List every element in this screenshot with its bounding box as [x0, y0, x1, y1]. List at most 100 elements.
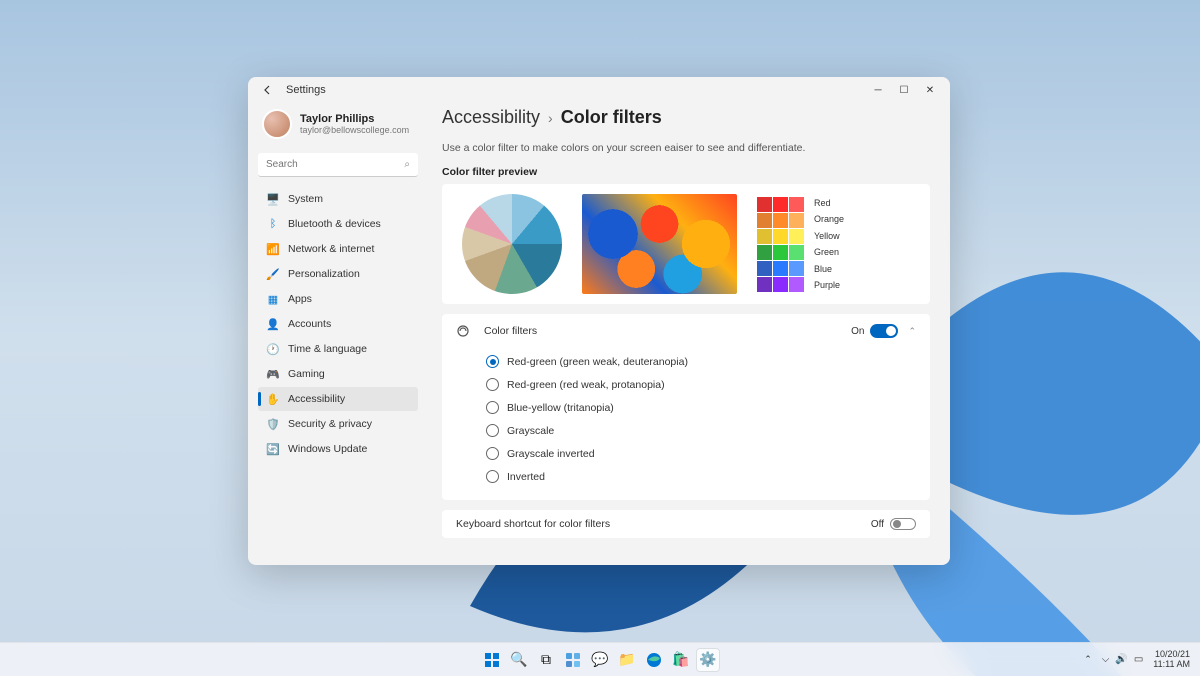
maximize-button[interactable]: ☐	[898, 84, 910, 96]
swatch-cell	[789, 245, 804, 260]
swatch-cell	[789, 213, 804, 228]
sidebar-item-time-language[interactable]: 🕐Time & language	[258, 337, 418, 361]
nav-list: 🖥️System ᛒ Bluetooth & devices 📶 Network & i…	[258, 187, 418, 461]
settings-window: Settings ─ ☐ ✕ Taylor Phillips taylor@be…	[248, 77, 950, 565]
nav-label: Time & language	[288, 343, 367, 355]
nav-icon: 🖥️	[266, 192, 280, 206]
shortcut-label: Keyboard shortcut for color filters	[456, 518, 610, 530]
breadcrumb: Accessibility › Color filters	[442, 107, 930, 128]
swatch-cell	[789, 277, 804, 292]
nav-icon: 🖌️	[266, 267, 280, 281]
search-box[interactable]: ⌕	[258, 153, 418, 177]
nav-icon: ✋	[266, 392, 280, 406]
filter-option[interactable]: Inverted	[486, 465, 916, 488]
filter-header[interactable]: Color filters On ⌃	[442, 314, 930, 348]
sidebar-item-system[interactable]: 🖥️System	[258, 187, 418, 211]
nav-icon: ᛒ	[266, 217, 280, 231]
filter-option[interactable]: Grayscale inverted	[486, 442, 916, 465]
swatch-label: Yellow	[814, 231, 844, 241]
store-icon[interactable]: 🛍️	[670, 649, 692, 671]
sidebar-item-windows-update[interactable]: 🔄 Windows Update	[258, 437, 418, 461]
settings-taskbar-icon[interactable]: ⚙️	[697, 649, 719, 671]
nav-icon: 📶	[266, 242, 280, 256]
nav-label: Gaming	[288, 368, 325, 380]
radio-button[interactable]	[486, 424, 499, 437]
nav-label: Accessibility	[288, 393, 345, 405]
task-view-icon[interactable]: ⧉	[535, 649, 557, 671]
sidebar-item-network-internet[interactable]: 📶 Network & internet	[258, 237, 418, 261]
search-taskbar-icon[interactable]: 🔍	[508, 649, 530, 671]
volume-icon[interactable]: 🔊	[1115, 654, 1127, 665]
swatch-cell	[773, 213, 788, 228]
system-tray: ⌃ ⌵ 🔊 ▭ 10/20/21 11:11 AM	[1084, 650, 1200, 670]
chat-icon[interactable]: 💬	[589, 649, 611, 671]
taskbar-center: 🔍 ⧉ 💬 📁 🛍️ ⚙️	[481, 649, 719, 671]
swatch-cell	[757, 277, 772, 292]
preview-title: Color filter preview	[442, 166, 930, 178]
nav-label: Personalization	[288, 268, 360, 280]
breadcrumb-current: Color filters	[561, 107, 662, 128]
radio-button[interactable]	[486, 401, 499, 414]
swatch-cell	[757, 261, 772, 276]
nav-icon: 👤	[266, 317, 280, 331]
sidebar-item-gaming[interactable]: 🎮Gaming	[258, 362, 418, 386]
nav-label: Accounts	[288, 318, 331, 330]
swatch-cell	[773, 229, 788, 244]
chevron-up-icon[interactable]: ⌃	[908, 326, 916, 337]
sidebar-item-accounts[interactable]: 👤 Accounts	[258, 312, 418, 336]
radio-label: Red-green (green weak, deuteranopia)	[507, 356, 688, 368]
filter-option[interactable]: Blue-yellow (tritanopia)	[486, 396, 916, 419]
widgets-icon[interactable]	[562, 649, 584, 671]
swatch-label: Blue	[814, 264, 844, 274]
edge-icon[interactable]	[643, 649, 665, 671]
wifi-icon[interactable]: ⌵	[1102, 654, 1110, 665]
user-name: Taylor Phillips	[300, 113, 409, 125]
filter-radio-list: Red-green (green weak, deuteranopia) Red-…	[442, 348, 930, 500]
swatch-cell	[789, 229, 804, 244]
close-button[interactable]: ✕	[924, 84, 936, 96]
breadcrumb-parent[interactable]: Accessibility	[442, 107, 540, 128]
filter-option[interactable]: Red-green (green weak, deuteranopia)	[486, 350, 916, 373]
search-input[interactable]	[258, 153, 418, 177]
radio-label: Inverted	[507, 471, 545, 483]
minimize-button[interactable]: ─	[872, 84, 884, 96]
photo-preview	[582, 194, 737, 294]
nav-label: Windows Update	[288, 443, 367, 455]
profile-block[interactable]: Taylor Phillips taylor@bellowscollege.co…	[258, 103, 418, 149]
sidebar-item-security-privacy[interactable]: 🛡️Security & privacy	[258, 412, 418, 436]
back-button[interactable]	[258, 80, 278, 100]
explorer-icon[interactable]: 📁	[616, 649, 638, 671]
tray-chevron-icon[interactable]: ⌃	[1084, 654, 1092, 665]
filter-icon	[456, 324, 472, 338]
sidebar-item-apps[interactable]: ▦Apps	[258, 287, 418, 311]
radio-button[interactable]	[486, 378, 499, 391]
shortcut-toggle-state: Off	[871, 519, 884, 530]
nav-label: Network & internet	[288, 243, 374, 255]
nav-label: Bluetooth & devices	[288, 218, 381, 230]
shortcut-card[interactable]: Keyboard shortcut for color filters Off	[442, 510, 930, 538]
swatch-cell	[773, 261, 788, 276]
battery-icon[interactable]: ▭	[1134, 654, 1143, 665]
radio-button[interactable]	[486, 355, 499, 368]
avatar	[262, 109, 292, 139]
radio-label: Grayscale inverted	[507, 448, 595, 460]
clock-time: 11:11 AM	[1153, 660, 1190, 670]
swatch-cell	[773, 277, 788, 292]
swatch-grid	[757, 197, 804, 292]
clock[interactable]: 10/20/21 11:11 AM	[1153, 650, 1190, 670]
radio-button[interactable]	[486, 447, 499, 460]
sidebar-item-accessibility[interactable]: ✋ Accessibility	[258, 387, 418, 411]
start-button[interactable]	[481, 649, 503, 671]
nav-icon: 🔄	[266, 442, 280, 456]
filter-option[interactable]: Grayscale	[486, 419, 916, 442]
filter-option[interactable]: Red-green (red weak, protanopia)	[486, 373, 916, 396]
nav-icon: ▦	[266, 292, 280, 306]
nav-label: Security & privacy	[288, 418, 372, 430]
filter-label: Color filters	[484, 325, 537, 337]
sidebar-item-bluetooth-devices[interactable]: ᛒ Bluetooth & devices	[258, 212, 418, 236]
radio-button[interactable]	[486, 470, 499, 483]
filter-toggle-state: On	[851, 326, 864, 337]
shortcut-toggle[interactable]	[890, 518, 916, 530]
filter-toggle[interactable]	[870, 324, 898, 338]
sidebar-item-personalization[interactable]: 🖌️ Personalization	[258, 262, 418, 286]
